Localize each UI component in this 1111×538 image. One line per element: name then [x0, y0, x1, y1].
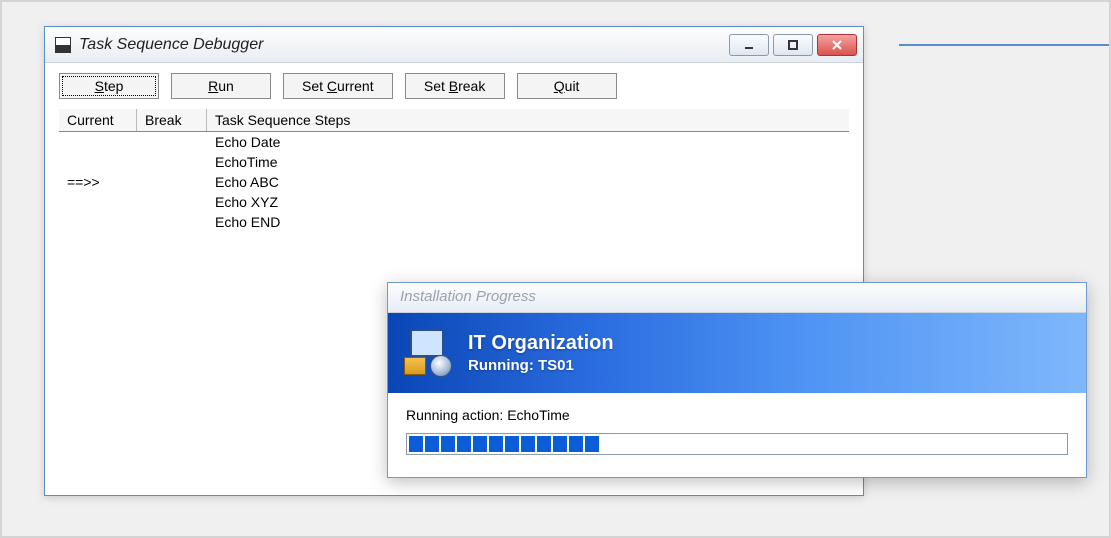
banner-text: IT Organization Running: TS01 — [468, 332, 614, 374]
decor-line — [899, 44, 1109, 46]
quit-rest: uit — [565, 78, 580, 94]
progress-window: Installation Progress IT Organization Ru… — [387, 282, 1087, 478]
set-current-button[interactable]: Set Current — [283, 73, 393, 99]
run-button[interactable]: Run — [171, 73, 271, 99]
col-steps-header[interactable]: Task Sequence Steps — [207, 109, 849, 131]
progress-block — [521, 436, 535, 452]
set-break-button[interactable]: Set Break — [405, 73, 505, 99]
org-name: IT Organization — [468, 332, 614, 355]
progress-block — [457, 436, 471, 452]
cell-step: Echo ABC — [207, 172, 849, 192]
progress-block — [553, 436, 567, 452]
cell-current — [59, 152, 137, 172]
cell-step: Echo Date — [207, 132, 849, 152]
close-icon — [831, 39, 843, 51]
progress-block — [489, 436, 503, 452]
cell-step: Echo END — [207, 212, 849, 232]
cell-break — [137, 212, 207, 232]
col-break-header[interactable]: Break — [137, 109, 207, 131]
setcurrent-pre: Set — [302, 78, 327, 94]
run-label-rest: un — [218, 78, 234, 94]
cell-current: ==>> — [59, 172, 137, 192]
titlebar[interactable]: Task Sequence Debugger — [45, 27, 863, 63]
maximize-button[interactable] — [773, 34, 813, 56]
package-icon — [404, 329, 452, 377]
table-row[interactable]: EchoTime — [59, 152, 849, 172]
cell-break — [137, 192, 207, 212]
progress-block — [537, 436, 551, 452]
cell-current — [59, 212, 137, 232]
progress-block — [585, 436, 599, 452]
col-current-header[interactable]: Current — [59, 109, 137, 131]
table-row[interactable]: Echo Date — [59, 132, 849, 152]
progress-block — [505, 436, 519, 452]
toolbar: Step Run Set Current Set Break Quit — [45, 63, 863, 105]
table-row[interactable]: Echo END — [59, 212, 849, 232]
window-controls — [729, 34, 857, 56]
step-button[interactable]: Step — [59, 73, 159, 99]
progress-body: Running action: EchoTime — [388, 393, 1086, 477]
quit-button[interactable]: Quit — [517, 73, 617, 99]
progress-block — [409, 436, 423, 452]
cell-break — [137, 132, 207, 152]
progress-banner: IT Organization Running: TS01 — [388, 313, 1086, 393]
table-row[interactable]: Echo XYZ — [59, 192, 849, 212]
action-prefix: Running action: — [406, 407, 507, 423]
progress-block — [425, 436, 439, 452]
progress-bar — [406, 433, 1068, 455]
cell-current — [59, 192, 137, 212]
app-icon — [55, 37, 71, 53]
progress-block — [569, 436, 583, 452]
progress-window-title[interactable]: Installation Progress — [388, 283, 1086, 313]
setcurrent-rest: urrent — [337, 78, 374, 94]
setbreak-pre: Set — [424, 78, 449, 94]
grid-header: Current Break Task Sequence Steps — [59, 109, 849, 132]
cell-step: EchoTime — [207, 152, 849, 172]
setbreak-rest: reak — [458, 78, 485, 94]
cell-break — [137, 152, 207, 172]
running-label: Running: TS01 — [468, 357, 614, 374]
step-label-rest: tep — [104, 78, 123, 94]
cell-current — [59, 132, 137, 152]
cell-break — [137, 172, 207, 192]
close-button[interactable] — [817, 34, 857, 56]
cell-step: Echo XYZ — [207, 192, 849, 212]
minimize-icon — [743, 39, 755, 51]
window-title: Task Sequence Debugger — [79, 36, 729, 54]
action-text: Running action: EchoTime — [406, 407, 1068, 423]
table-row[interactable]: ==>> Echo ABC — [59, 172, 849, 192]
action-name: EchoTime — [507, 407, 570, 423]
minimize-button[interactable] — [729, 34, 769, 56]
maximize-icon — [787, 39, 799, 51]
progress-block — [441, 436, 455, 452]
progress-block — [473, 436, 487, 452]
